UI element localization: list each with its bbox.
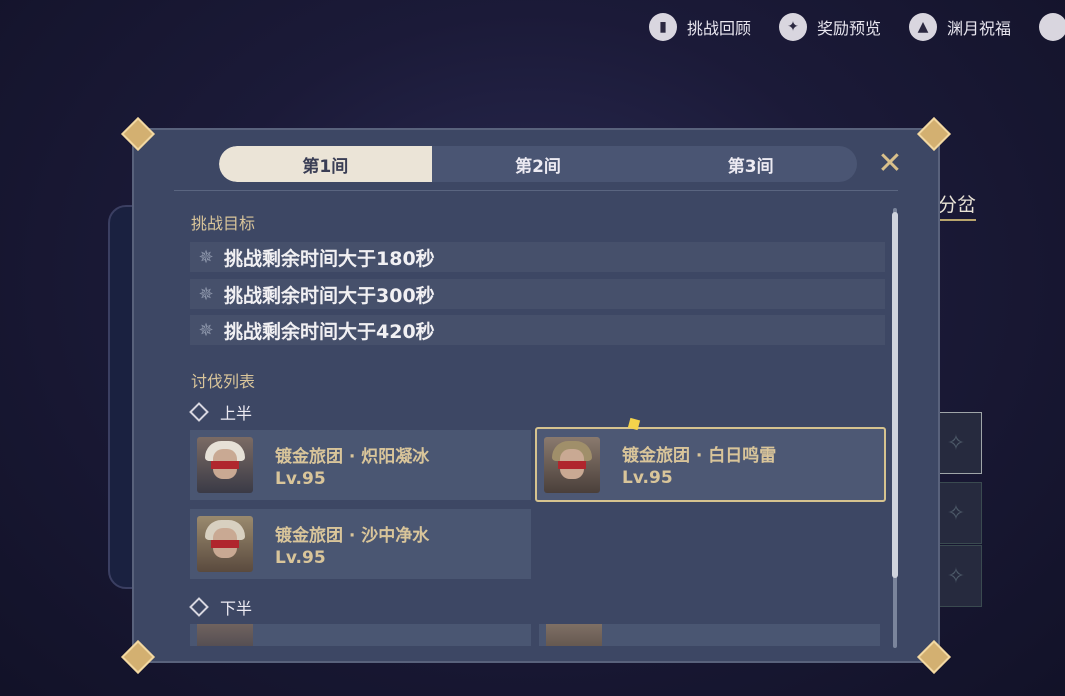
enemy-card[interactable]: 镀金旅团 · 沙中净水 Lv.95: [190, 509, 531, 579]
enemy-card[interactable]: [539, 624, 880, 646]
enemy-level: Lv.95: [275, 468, 326, 489]
diamond-icon: [189, 597, 209, 617]
star-icon: ✵: [198, 283, 214, 305]
star-icon: ✵: [198, 246, 214, 268]
scrollbar-thumb[interactable]: [892, 212, 898, 578]
settings-button[interactable]: [1039, 13, 1065, 41]
enemy-name: 镀金旅团 · 炽阳凝冰: [275, 446, 430, 467]
first-half-header: 上半: [189, 400, 253, 424]
enemy-portrait: [197, 516, 253, 572]
first-half-label: 上半: [220, 404, 253, 423]
second-half-header: 下半: [189, 595, 253, 619]
chamber-info-dialog: 第1间 第2间 第3间 ✕ 挑战目标 ✵ 挑战剩余时间大于180秒 ✵ 挑战剩余…: [121, 117, 951, 674]
corner-ornament-icon: [917, 640, 951, 674]
tab-chamber-2[interactable]: 第2间: [432, 146, 645, 182]
tab-chamber-1[interactable]: 第1间: [219, 146, 432, 182]
corner-ornament-icon: [121, 640, 155, 674]
enemy-name: 镀金旅团 · 白日鸣雷: [622, 446, 777, 466]
enemy-portrait: [544, 436, 600, 493]
blessing-label: 渊月祝福: [946, 19, 1011, 38]
branch-tab[interactable]: 分岔: [938, 190, 977, 221]
corner-ornament-icon: [917, 117, 951, 151]
enemy-card[interactable]: 镀金旅团 · 炽阳凝冰 Lv.95: [190, 430, 531, 500]
enemy-card-selected[interactable]: 镀金旅团 · 白日鸣雷 Lv.95: [535, 427, 886, 502]
diamond-icon: [189, 402, 209, 422]
goal-text: 挑战剩余时间大于300秒: [224, 284, 435, 307]
enemy-level: Lv.95: [622, 468, 673, 488]
goal-row: ✵ 挑战剩余时间大于180秒: [190, 242, 885, 272]
challenge-review-button[interactable]: ▮ 挑战回顾: [648, 13, 751, 41]
second-half-label: 下半: [220, 599, 253, 618]
goal-text: 挑战剩余时间大于420秒: [224, 320, 435, 343]
blessing-button[interactable]: ▲ 渊月祝福: [908, 13, 1011, 41]
goal-text: 挑战剩余时间大于180秒: [224, 247, 435, 270]
enemy-portrait: [197, 624, 253, 646]
enemy-list-title: 讨伐列表: [191, 372, 256, 391]
star-icon: ✦: [778, 13, 807, 41]
tab-chamber-3[interactable]: 第3间: [644, 146, 857, 182]
reward-preview-label: 奖励预览: [816, 19, 881, 38]
goal-row: ✵ 挑战剩余时间大于300秒: [190, 279, 885, 309]
enemy-level: Lv.95: [275, 547, 326, 568]
settings-icon: [1039, 13, 1065, 41]
divider: [174, 190, 898, 191]
corner-ornament-icon: [121, 117, 155, 151]
book-icon: ▮: [648, 13, 677, 41]
challenge-review-label: 挑战回顾: [686, 19, 751, 38]
enemy-portrait: [546, 624, 602, 646]
goal-row: ✵ 挑战剩余时间大于420秒: [190, 315, 885, 345]
close-icon[interactable]: ✕: [876, 149, 904, 179]
enemy-portrait: [197, 437, 253, 493]
top-bar: ▮ 挑战回顾 ✦ 奖励预览 ▲ 渊月祝福: [648, 10, 1065, 44]
goals-title: 挑战目标: [191, 214, 256, 233]
enemy-card[interactable]: [190, 624, 531, 646]
reward-preview-button[interactable]: ✦ 奖励预览: [778, 13, 881, 41]
chamber-tabs: 第1间 第2间 第3间: [219, 146, 857, 182]
star-icon: ✵: [198, 319, 214, 341]
enemy-name: 镀金旅团 · 沙中净水: [275, 525, 430, 546]
arrow-up-icon: ▲: [908, 13, 937, 41]
